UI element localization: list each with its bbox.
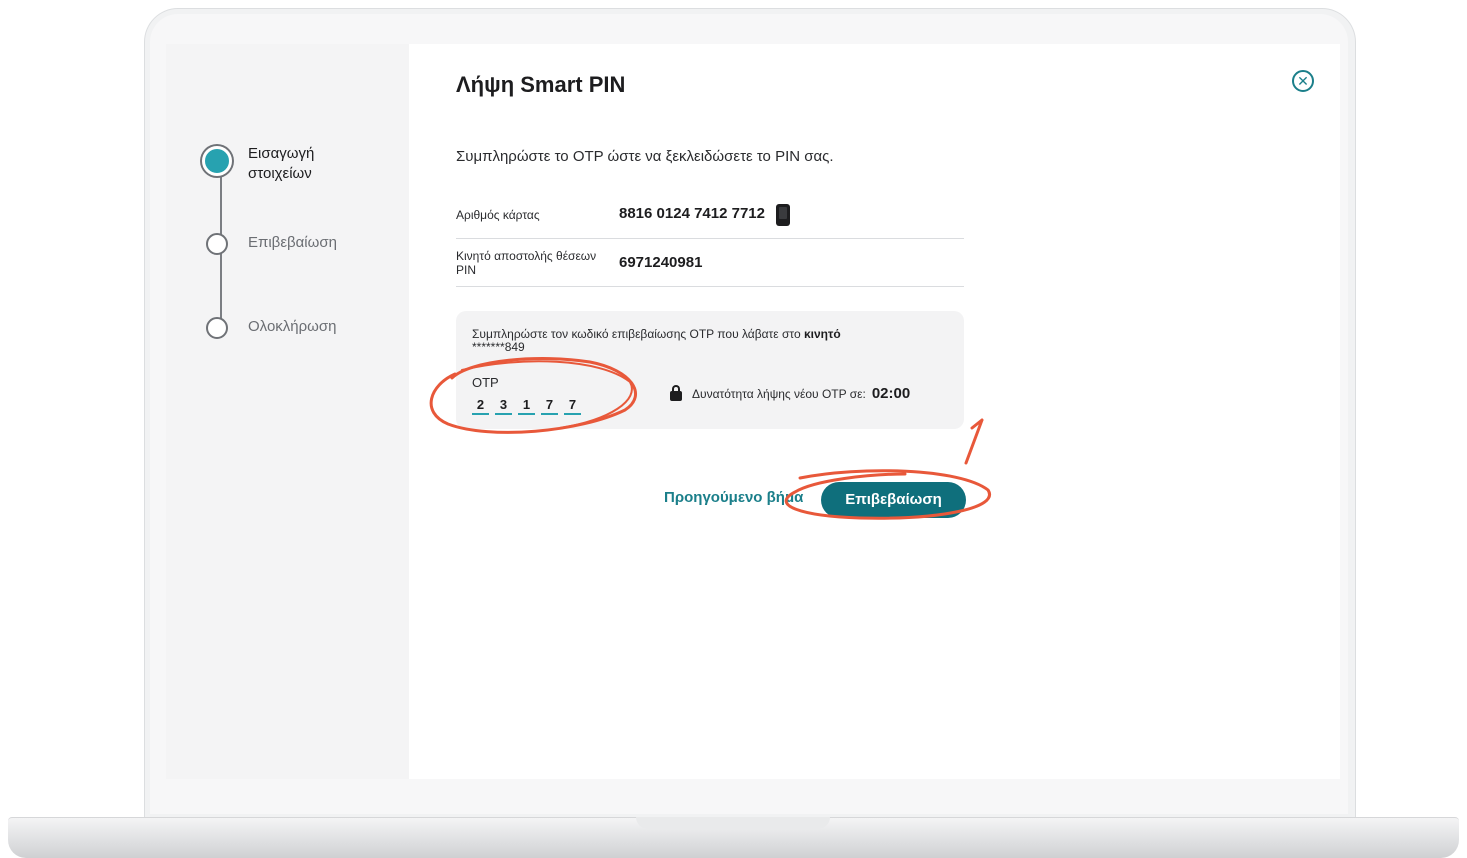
otp-instruction-text: Συμπληρώστε τον κωδικό επιβεβαίωσης OTP …	[472, 327, 801, 341]
card-number-label: Αριθμός κάρτας	[456, 208, 540, 222]
dialog-title: Λήψη Smart PIN	[456, 72, 626, 97]
step-label: Εισαγωγή στοιχείων	[248, 145, 315, 182]
step-completion: Ολοκλήρωση	[206, 317, 336, 339]
phone-icon	[776, 204, 790, 226]
laptop-notch	[636, 817, 830, 829]
otp-label: OTP	[472, 375, 499, 390]
step-data-entry: Εισαγωγή στοιχείων	[202, 145, 358, 184]
mobile-label: Κινητό αποστολής θέσεων PIN	[456, 249, 597, 277]
mobile-value: 6971240981	[619, 254, 703, 271]
step-confirmation: Επιβεβαίωση	[206, 233, 337, 255]
step-pending-dot-icon	[206, 233, 228, 255]
card-number-value: 8816 0124 7412 7712	[619, 205, 765, 222]
otp-digit[interactable]: 2	[472, 397, 489, 415]
lock-icon	[670, 385, 682, 401]
step-label: Επιβεβαίωση	[248, 234, 337, 251]
otp-timer: Δυνατότητα λήψης νέου OTP σε: 02:00	[670, 385, 910, 402]
otp-instruction-bold: κινητό	[803, 327, 841, 341]
otp-input[interactable]: 2 3 1 7 7	[472, 397, 581, 415]
otp-digit[interactable]: 3	[495, 397, 512, 415]
otp-instruction: Συμπληρώστε τον κωδικό επιβεβαίωσης OTP …	[472, 328, 942, 354]
otp-digit[interactable]: 1	[518, 397, 535, 415]
app-screen: Εισαγωγή στοιχείων Επιβεβαίωση Ολοκλήρωσ…	[166, 44, 1340, 779]
previous-step-link[interactable]: Προηγούμενο βήμα	[664, 489, 803, 506]
timer-text: Δυνατότητα λήψης νέου OTP σε:	[692, 386, 866, 401]
otp-masked-number: *******849	[472, 340, 525, 354]
card-number-row: Αριθμός κάρτας 8816 0124 7412 7712	[456, 192, 964, 239]
stepper-sidebar: Εισαγωγή στοιχείων Επιβεβαίωση Ολοκλήρωσ…	[166, 44, 409, 779]
step-pending-dot-icon	[206, 317, 228, 339]
dialog-subtitle: Συμπληρώστε το OTP ώστε να ξεκλειδώσετε …	[456, 148, 834, 165]
step-label: Ολοκλήρωση	[248, 318, 337, 335]
timer-value: 02:00	[871, 385, 911, 402]
step-active-dot-icon	[202, 146, 232, 176]
confirm-button[interactable]: Επιβεβαίωση	[821, 482, 966, 518]
otp-digit[interactable]: 7	[564, 397, 581, 415]
close-icon[interactable]: ✕	[1292, 70, 1314, 92]
otp-panel: Συμπληρώστε τον κωδικό επιβεβαίωσης OTP …	[456, 311, 964, 429]
mobile-row: Κινητό αποστολής θέσεων PIN 6971240981	[456, 239, 964, 287]
otp-digit[interactable]: 7	[541, 397, 558, 415]
